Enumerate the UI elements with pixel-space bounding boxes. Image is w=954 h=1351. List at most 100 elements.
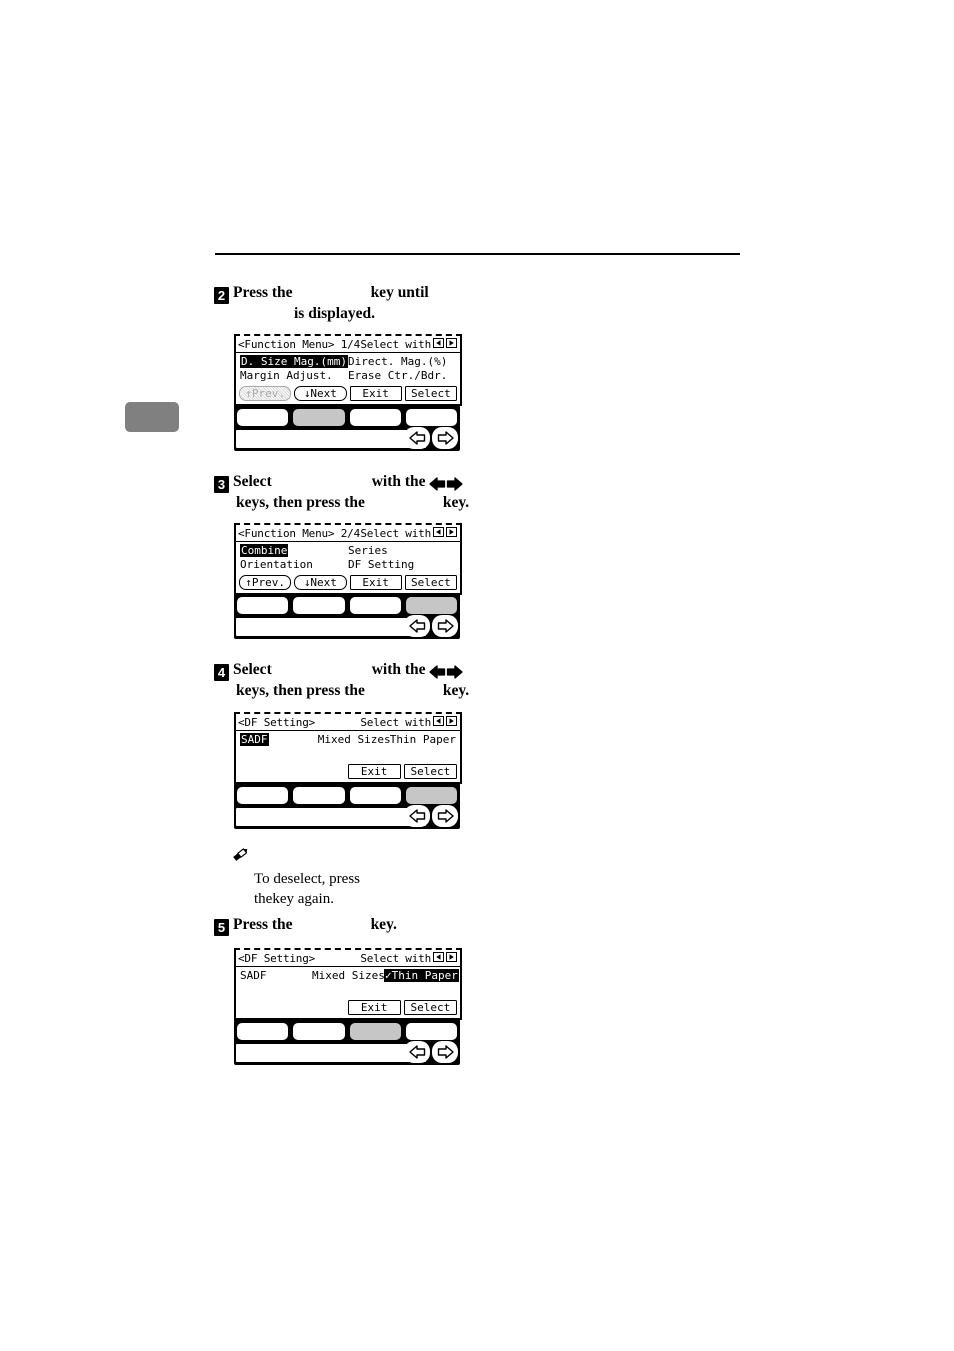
step-3-block: 3 Select with the keys, then press the key.: [214, 472, 734, 512]
lcd-screen-function-menu-2: <Function Menu> 2/4 Select with Combine …: [234, 523, 462, 595]
step-2-text-a: Press the: [233, 284, 293, 301]
menu-item-thin-paper-selected[interactable]: ✓Thin Paper: [384, 969, 459, 983]
step-5-text-a: Press the: [233, 916, 293, 933]
hardware-key-4[interactable]: [405, 787, 457, 804]
hardware-arrow-keys: [404, 427, 458, 449]
hardware-key-4[interactable]: [405, 597, 457, 614]
lcd-select-hint-label: Select with: [360, 338, 431, 351]
softkey-prev[interactable]: ↑Prev.: [239, 386, 292, 401]
lcd-softkey-bar: Exit Select: [236, 762, 460, 782]
softkey-select[interactable]: Select: [403, 1000, 457, 1015]
hardware-softkey-row: [237, 409, 457, 426]
hardware-softkey-row: [237, 1023, 457, 1040]
left-arrow-key[interactable]: [404, 1041, 430, 1063]
lcd-menu-row: D. Size Mag.(mm) Direct. Mag.(%): [240, 355, 456, 369]
step-4-instruction-line2: keys, then press the key.: [214, 681, 734, 700]
note-text: To deselect, press thekey again.: [232, 869, 532, 909]
right-arrow-key[interactable]: [432, 615, 458, 637]
menu-item-mixed-sizes[interactable]: Mixed Sizes: [300, 969, 385, 983]
note-line-1: To deselect, press: [254, 869, 532, 889]
chapter-margin-tab: [125, 402, 179, 432]
softkey-exit[interactable]: Exit: [347, 1000, 401, 1015]
hardware-key-4[interactable]: [405, 1023, 457, 1040]
lcd-select-hint: Select with: [360, 527, 457, 540]
hardware-key-3[interactable]: [349, 1023, 401, 1040]
step-3-text-b: with the: [371, 473, 426, 490]
lcd-screen-function-menu-1: <Function Menu> 1/4 Select with D. Size …: [234, 334, 462, 406]
lcd-menu-title: <DF Setting>: [238, 716, 316, 729]
softkey-empty-2: [293, 1000, 344, 1015]
hardware-softkey-row: [237, 787, 457, 804]
hardware-key-1[interactable]: [237, 1023, 289, 1040]
left-arrow-key[interactable]: [404, 805, 430, 827]
hardware-key-4[interactable]: [405, 409, 457, 426]
menu-item-thin-paper[interactable]: Thin Paper: [390, 733, 456, 747]
step-3-instruction: 3 Select with the: [214, 472, 734, 493]
step-2-text-c: is displayed.: [294, 305, 375, 322]
hardware-key-2[interactable]: [293, 787, 345, 804]
step-4-block: 4 Select with the keys, then press the key.: [214, 660, 734, 700]
menu-item-sadf[interactable]: SADF: [240, 733, 306, 747]
softkey-next[interactable]: ↓Next: [294, 386, 347, 401]
menu-item-orientation[interactable]: Orientation: [240, 558, 348, 572]
arrow-keys-inline-icon: [429, 474, 464, 493]
hardware-key-3[interactable]: [349, 787, 401, 804]
lcd-menu-items: SADF Mixed Sizes Thin Paper: [236, 731, 460, 762]
arrow-keys-inline-icon: [429, 662, 464, 681]
hardware-key-1[interactable]: [237, 597, 289, 614]
hardware-key-1[interactable]: [237, 409, 289, 426]
lcd-screen-df-setting-1: <DF Setting> Select with SADF Mixed Size…: [234, 712, 462, 784]
softkey-empty-2: [293, 764, 344, 779]
note-line-2: thekey again.: [254, 889, 532, 909]
hardware-key-3[interactable]: [349, 409, 401, 426]
lcd-empty-row: [240, 983, 456, 997]
hardware-key-2[interactable]: [293, 409, 345, 426]
hardware-panel-band: [236, 618, 426, 636]
step-5-text-b: key.: [370, 916, 397, 933]
lcd-menu-title: <Function Menu> 1/4: [238, 338, 361, 351]
step-2-number: 2: [214, 287, 229, 304]
softkey-select[interactable]: Select: [403, 764, 457, 779]
step-4-text-d: key.: [442, 682, 470, 699]
menu-item-erase-ctr-bdr[interactable]: Erase Ctr./Bdr.: [348, 369, 456, 383]
step-3-text-c: keys, then press the: [236, 494, 365, 511]
hardware-arrow-keys: [404, 805, 458, 827]
hardware-key-strip-step-3: [234, 593, 460, 639]
right-arrow-icon: [446, 952, 457, 965]
step-3-number: 3: [214, 476, 229, 493]
hardware-key-2[interactable]: [293, 597, 345, 614]
step-3-instruction-line2: keys, then press the key.: [214, 493, 734, 512]
left-arrow-icon: [433, 952, 444, 965]
softkey-next[interactable]: ↓Next: [294, 575, 347, 590]
menu-item-series[interactable]: Series: [348, 544, 456, 558]
step-2-instruction-line2: is displayed.: [214, 304, 734, 323]
step-3-text-d: key.: [442, 494, 470, 511]
softkey-exit[interactable]: Exit: [349, 386, 402, 401]
note-text-d: key again.: [272, 891, 334, 907]
menu-item-df-setting[interactable]: DF Setting: [348, 558, 456, 572]
left-arrow-key[interactable]: [404, 427, 430, 449]
softkey-select[interactable]: Select: [404, 386, 457, 401]
hardware-key-3[interactable]: [349, 597, 401, 614]
lcd-menu-row: Combine Series: [240, 544, 456, 558]
step-3-text-a: Select: [233, 473, 272, 490]
right-arrow-key[interactable]: [432, 805, 458, 827]
lcd-softkey-bar: Exit Select: [236, 998, 460, 1018]
menu-item-mixed-sizes[interactable]: Mixed Sizes: [306, 733, 391, 747]
softkey-exit[interactable]: Exit: [349, 575, 402, 590]
left-arrow-key[interactable]: [404, 615, 430, 637]
right-arrow-key[interactable]: [432, 427, 458, 449]
lcd-screen-df-setting-2: <DF Setting> Select with SADF Mixed Size…: [234, 948, 462, 1020]
menu-item-margin-adjust[interactable]: Margin Adjust.: [240, 369, 348, 383]
step-5-block: 5 Press the key.: [214, 915, 734, 936]
menu-item-sadf[interactable]: SADF: [240, 969, 300, 983]
softkey-exit[interactable]: Exit: [347, 764, 401, 779]
hardware-key-2[interactable]: [293, 1023, 345, 1040]
hardware-key-1[interactable]: [237, 787, 289, 804]
menu-item-direct-mag[interactable]: Direct. Mag.(%): [348, 355, 456, 369]
menu-item-combine[interactable]: Combine: [240, 544, 348, 558]
menu-item-d-size-mag[interactable]: D. Size Mag.(mm): [240, 355, 348, 369]
right-arrow-key[interactable]: [432, 1041, 458, 1063]
softkey-prev[interactable]: ↑Prev.: [239, 575, 292, 590]
softkey-select[interactable]: Select: [404, 575, 457, 590]
